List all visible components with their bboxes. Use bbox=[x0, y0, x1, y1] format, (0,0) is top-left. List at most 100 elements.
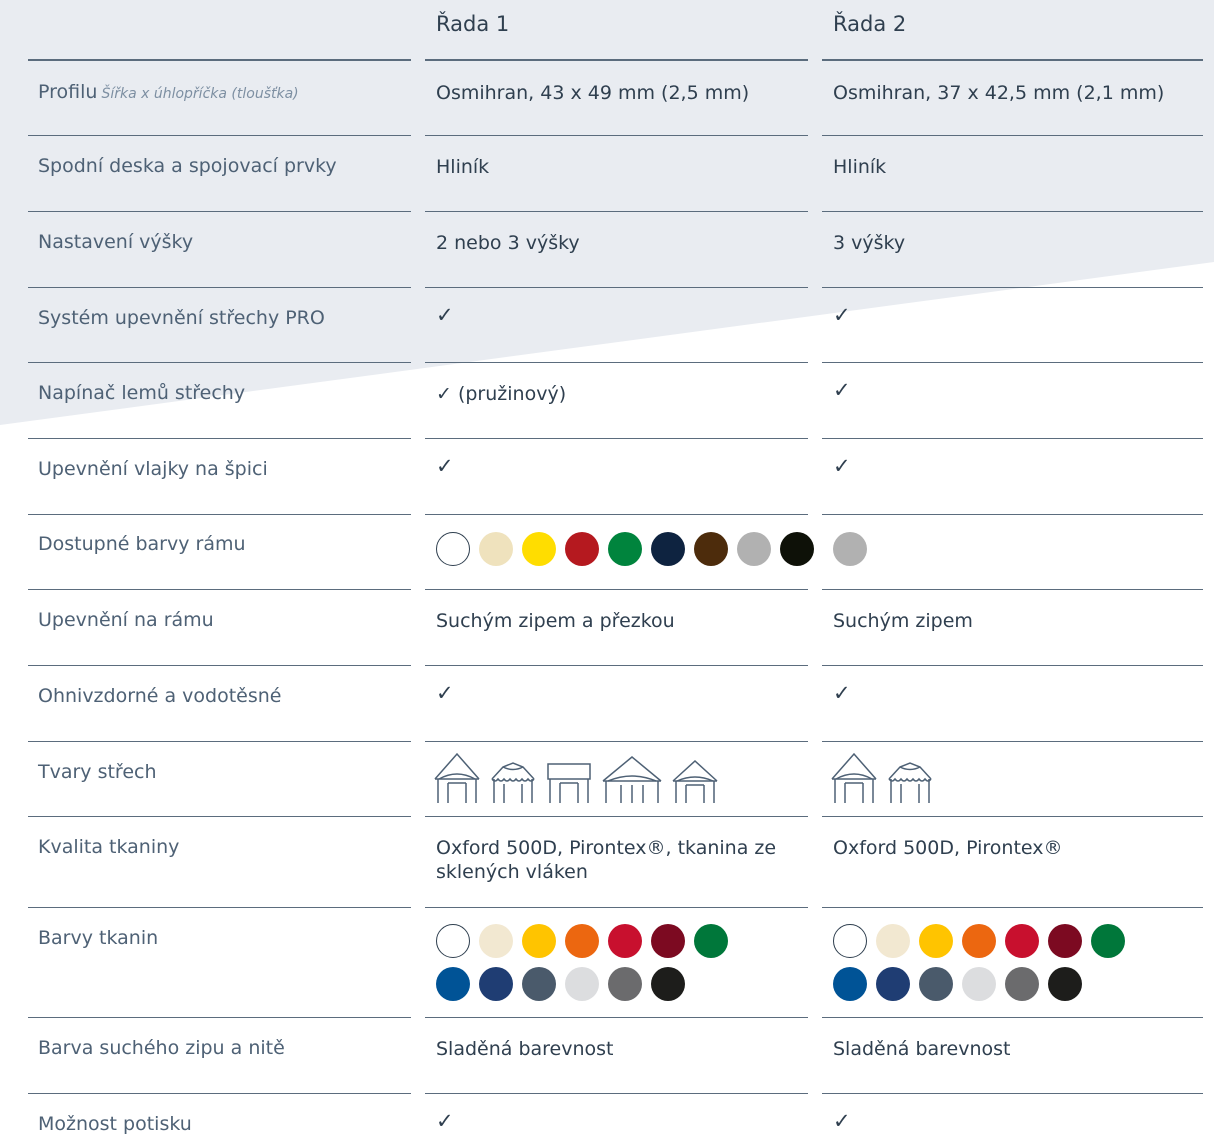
color-swatch bbox=[694, 924, 728, 958]
color-swatch bbox=[522, 532, 556, 566]
color-swatch bbox=[651, 924, 685, 958]
color-swatch bbox=[479, 967, 513, 1001]
row-label: Napínač lemů střechy bbox=[38, 382, 246, 404]
cell-rada-2: Hliník bbox=[833, 156, 887, 178]
row-label-text: Profilu bbox=[38, 81, 98, 103]
cell-rada-1: Sladěná barevnost bbox=[436, 1038, 614, 1060]
cell-rada-2: Sladěná barevnost bbox=[833, 1038, 1011, 1060]
comparison-table: Řada 1 Řada 2 Profilu Šířka x úhlopříčka … bbox=[0, 0, 1214, 1137]
flat-roof-icon bbox=[547, 763, 591, 803]
row-divider bbox=[425, 589, 808, 590]
row-divider bbox=[822, 816, 1203, 817]
color-swatch bbox=[694, 532, 728, 566]
row-divider bbox=[822, 514, 1203, 515]
row-divider bbox=[28, 816, 411, 817]
cell-rada-1: Hliník bbox=[436, 156, 490, 178]
row-divider bbox=[28, 59, 411, 61]
row-divider bbox=[28, 211, 411, 212]
row-divider bbox=[425, 438, 808, 439]
color-swatch bbox=[1005, 967, 1039, 1001]
row-divider bbox=[822, 1017, 1203, 1018]
row-divider bbox=[425, 665, 808, 666]
row-divider bbox=[425, 907, 808, 908]
row-divider bbox=[822, 1093, 1203, 1094]
cell-rada-1: Osmihran, 43 x 49 mm (2,5 mm) bbox=[436, 82, 750, 104]
check-icon: ✓ bbox=[833, 681, 851, 705]
fabric-color-swatches-rada-2 bbox=[833, 924, 1143, 1010]
color-swatch bbox=[651, 967, 685, 1001]
column-header-rada-1: Řada 1 bbox=[436, 12, 510, 36]
row-divider bbox=[425, 287, 808, 288]
row-divider bbox=[822, 287, 1203, 288]
color-swatch bbox=[436, 967, 470, 1001]
row-divider bbox=[425, 211, 808, 212]
row-divider bbox=[425, 816, 808, 817]
color-swatch bbox=[962, 967, 996, 1001]
scalloped-roof-icon bbox=[491, 762, 535, 803]
row-divider bbox=[425, 514, 808, 515]
cell-rada-2: Oxford 500D, Pirontex® bbox=[833, 837, 1063, 859]
cell-rada-2: Osmihran, 37 x 42,5 mm (2,1 mm) bbox=[833, 82, 1165, 104]
row-label: Systém upevnění střechy PRO bbox=[38, 307, 325, 329]
check-icon: ✓ bbox=[436, 454, 454, 478]
check-icon: ✓ bbox=[833, 378, 851, 402]
row-divider bbox=[28, 135, 411, 136]
row-divider bbox=[28, 665, 411, 666]
color-swatch bbox=[876, 967, 910, 1001]
color-swatch bbox=[1091, 924, 1125, 958]
color-swatch bbox=[608, 967, 642, 1001]
row-divider bbox=[822, 438, 1203, 439]
cell-rada-1: 2 nebo 3 výšky bbox=[436, 232, 580, 254]
color-swatch bbox=[919, 967, 953, 1001]
color-swatch bbox=[833, 967, 867, 1001]
fabric-color-swatches-rada-1 bbox=[436, 924, 746, 1010]
color-swatch bbox=[565, 967, 599, 1001]
color-swatch bbox=[780, 532, 814, 566]
row-divider bbox=[822, 741, 1203, 742]
row-divider bbox=[425, 59, 808, 61]
frame-color-swatches-rada-2 bbox=[833, 532, 1203, 575]
pagoda-roof-icon bbox=[831, 752, 877, 803]
pagoda-roof-icon bbox=[434, 752, 480, 803]
row-divider bbox=[822, 665, 1203, 666]
row-divider bbox=[28, 741, 411, 742]
check-icon: ✓ bbox=[436, 681, 454, 705]
small-pagoda-roof-icon bbox=[672, 759, 718, 803]
cell-rada-1: Suchým zipem a přezkou bbox=[436, 610, 675, 632]
color-swatch bbox=[479, 924, 513, 958]
frame-color-swatches-rada-1 bbox=[436, 532, 836, 575]
roof-shapes-rada-1 bbox=[433, 751, 727, 807]
row-divider bbox=[822, 59, 1203, 61]
row-divider bbox=[425, 362, 808, 363]
check-icon: ✓ bbox=[436, 303, 454, 327]
color-swatch bbox=[876, 924, 910, 958]
row-divider bbox=[425, 1017, 808, 1018]
row-divider bbox=[28, 362, 411, 363]
color-swatch bbox=[1048, 924, 1082, 958]
row-label: Možnost potisku bbox=[38, 1113, 192, 1135]
check-icon: ✓ bbox=[833, 1109, 851, 1133]
row-label: Nastavení výšky bbox=[38, 231, 194, 253]
row-divider bbox=[28, 514, 411, 515]
row-divider bbox=[28, 907, 411, 908]
row-divider bbox=[425, 1093, 808, 1094]
column-header-rada-2: Řada 2 bbox=[833, 12, 907, 36]
row-divider bbox=[822, 211, 1203, 212]
check-icon: ✓ bbox=[833, 454, 851, 478]
wide-pagoda-roof-icon bbox=[602, 756, 662, 803]
row-label: Barva suchého zipu a nitě bbox=[38, 1037, 285, 1059]
roof-shapes-rada-2 bbox=[830, 751, 942, 807]
row-label: Spodní deska a spojovací prvky bbox=[38, 155, 337, 177]
row-label: Upevnění vlajky na špici bbox=[38, 458, 268, 480]
color-swatch bbox=[522, 924, 556, 958]
row-label: Kvalita tkaniny bbox=[38, 836, 180, 858]
row-divider bbox=[28, 589, 411, 590]
color-swatch bbox=[1048, 967, 1082, 1001]
row-divider bbox=[28, 438, 411, 439]
color-swatch bbox=[1005, 924, 1039, 958]
cell-rada-2: 3 výšky bbox=[833, 232, 906, 254]
row-label: Dostupné barvy rámu bbox=[38, 533, 246, 555]
row-label-subtitle: Šířka x úhlopříčka (tloušťka) bbox=[101, 86, 299, 102]
color-swatch bbox=[608, 924, 642, 958]
color-swatch bbox=[737, 532, 771, 566]
